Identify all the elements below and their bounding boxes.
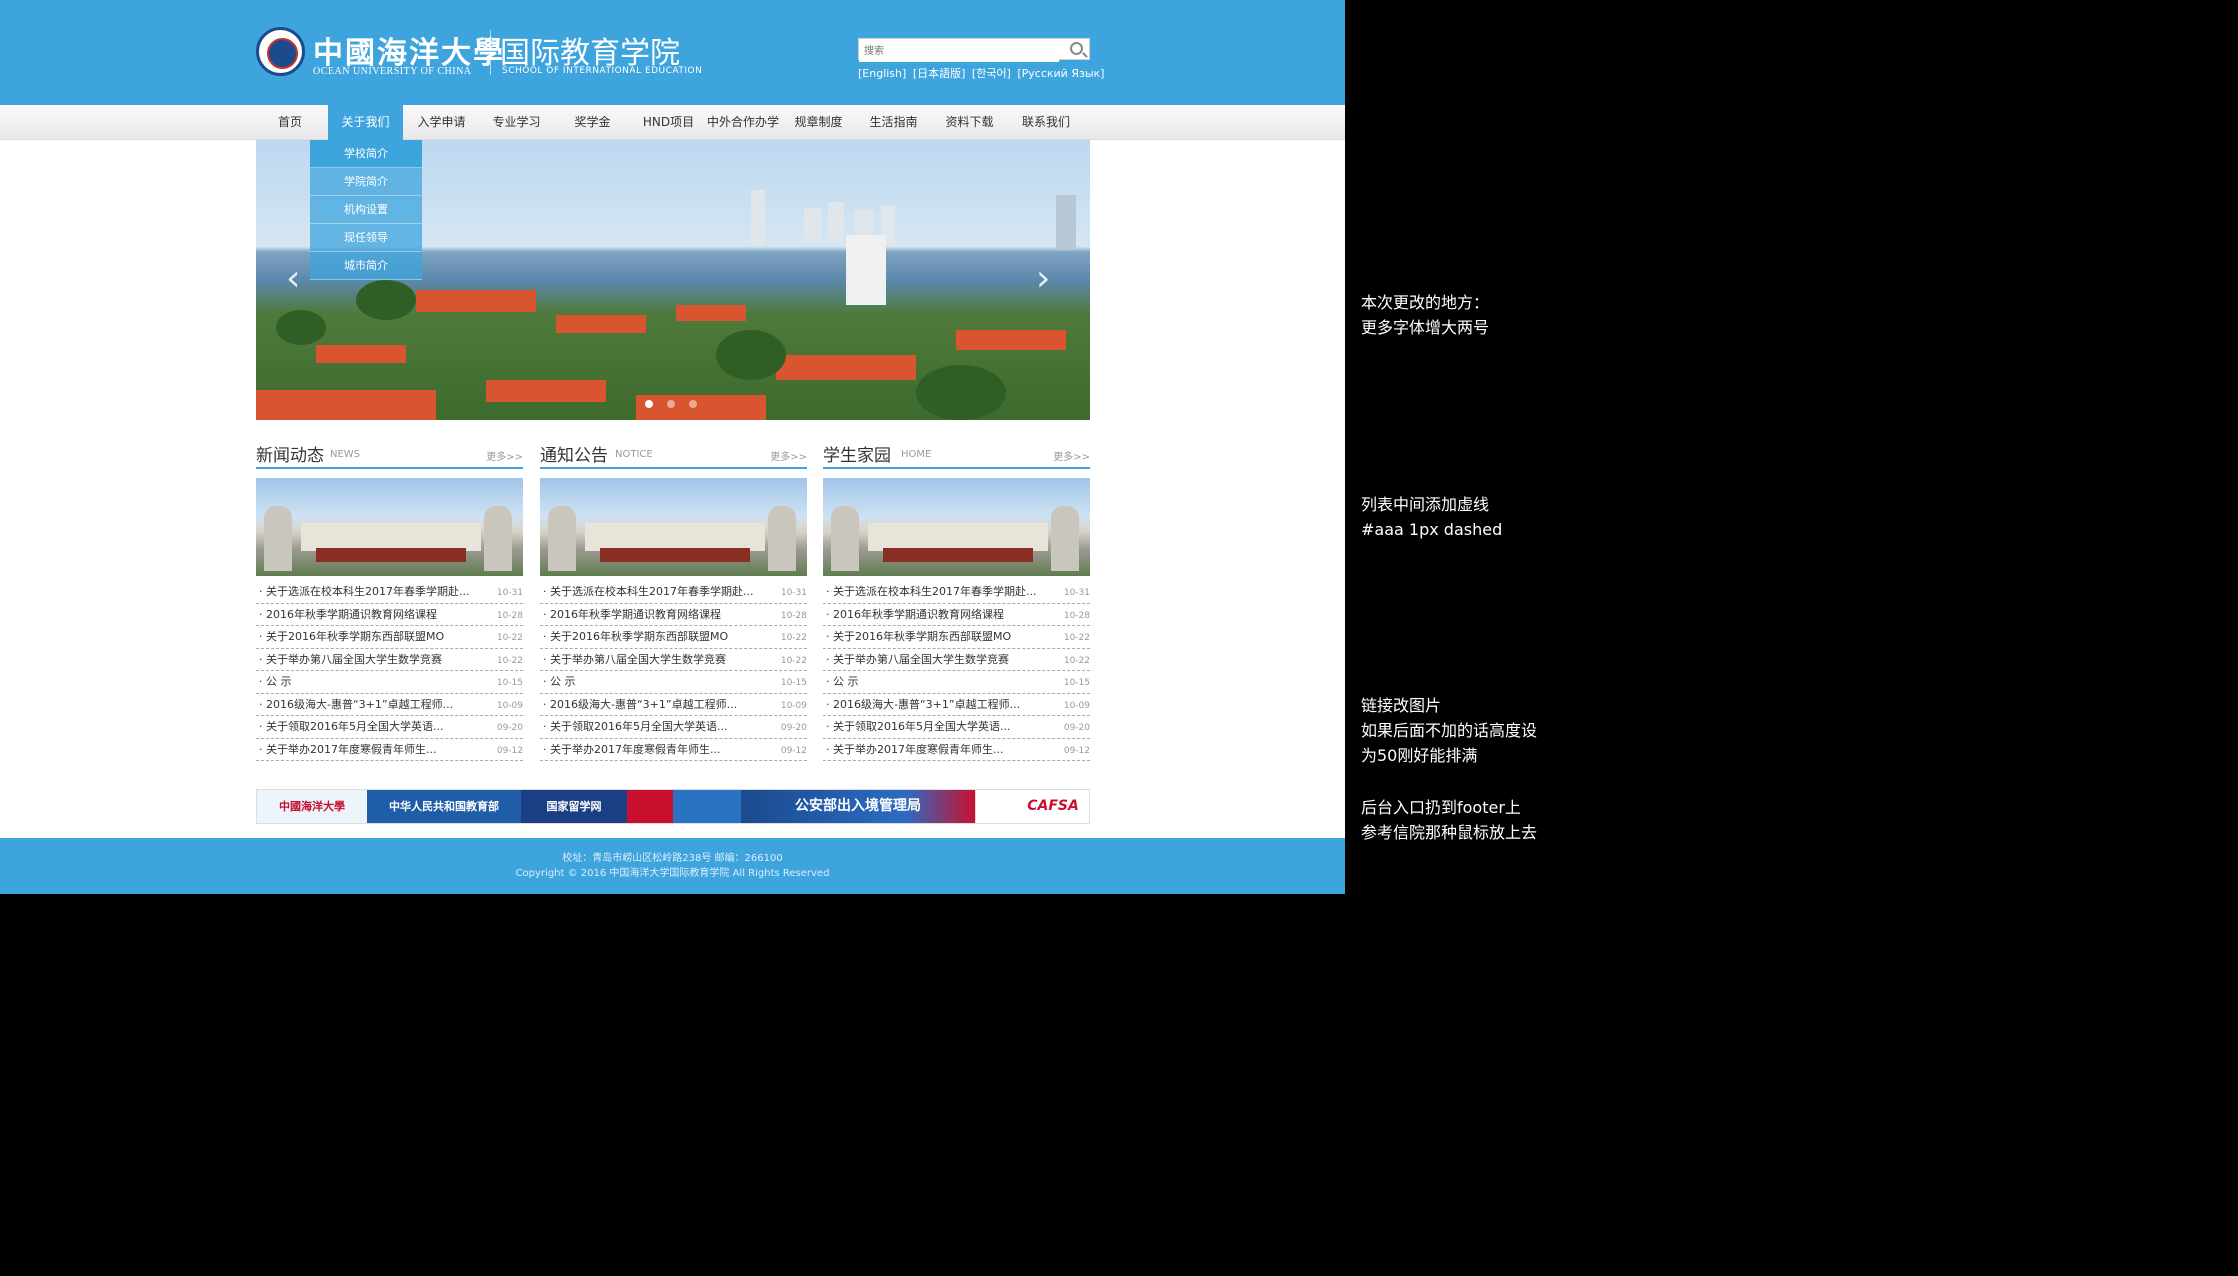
search-box (858, 38, 1090, 62)
list-item[interactable]: 关于举办第八届全国大学生数学竞赛10-22 (823, 649, 1090, 671)
list-item[interactable]: 2016年秋季学期通识教育网络课程10-28 (823, 604, 1090, 626)
dropdown-item-city-intro[interactable]: 城市简介 (310, 252, 422, 280)
list-item[interactable]: 关于领取2016年5月全国大学英语...09-20 (256, 716, 523, 739)
student-home-list: 关于选派在校本科生2017年春季学期赴...10-31 2016年秋季学期通识教… (823, 581, 1090, 761)
note-admin-entry: 后台入口扔到footer上 参考信院那种鼠标放上去 (1361, 798, 1538, 842)
notice-column: 通知公告 NOTICE 更多>> 关于选派在校本科生2017年春季学期赴...1… (540, 437, 807, 761)
list-item[interactable]: 关于选派在校本科生2017年春季学期赴...10-31 (256, 581, 523, 604)
more-link[interactable]: 更多>> (1053, 448, 1090, 463)
language-switcher: [English] [日本語版] [한국어] [Русский Язык] (858, 65, 1107, 81)
banner-dot-2[interactable] (667, 400, 675, 408)
list-item[interactable]: 关于举办2017年度寒假青年师生...09-12 (256, 739, 523, 761)
link-seal-logo[interactable] (627, 790, 673, 823)
list-item[interactable]: 关于举办第八届全国大学生数学竞赛10-22 (540, 649, 807, 671)
search-input[interactable] (859, 41, 1059, 62)
list-item[interactable]: 关于举办第八届全国大学生数学竞赛10-22 (256, 649, 523, 671)
nav-item-downloads[interactable]: 资料下载 (933, 105, 1006, 140)
list-item[interactable]: 公 示10-15 (256, 671, 523, 694)
footer-copyright: Copyright © 2016 中国海洋大学国际教育学院 All Rights… (515, 868, 830, 879)
link-cafsa-logo[interactable]: CAFSA (1017, 790, 1089, 823)
nav-item-hnd[interactable]: HND项目 (632, 105, 705, 140)
campus-gate-image[interactable] (540, 478, 807, 576)
list-item[interactable]: 关于领取2016年5月全国大学英语...09-20 (540, 716, 807, 739)
nav-item-scholarship[interactable]: 奖学金 (556, 105, 629, 140)
banner-dot-1[interactable] (645, 400, 653, 408)
column-subtitle: NEWS (330, 449, 361, 460)
dropdown-item-college-intro[interactable]: 学院简介 (310, 168, 422, 196)
note-dashed-line: 列表中间添加虚线 #aaa 1px dashed (1361, 495, 1503, 539)
list-item[interactable]: 2016级海大-惠普“3+1”卓越工程师...10-09 (823, 694, 1090, 716)
main-nav: 首页 关于我们 入学申请 专业学习 奖学金 HND项目 中外合作办学 规章制度 … (0, 105, 1345, 140)
column-title: 通知公告 (540, 446, 608, 466)
column-header: 通知公告 NOTICE 更多>> (540, 437, 807, 469)
list-item[interactable]: 公 示10-15 (540, 671, 807, 694)
dropdown-item-leadership[interactable]: 现任领导 (310, 224, 422, 252)
list-item[interactable]: 2016级海大-惠普“3+1”卓越工程师...10-09 (540, 694, 807, 716)
list-item[interactable]: 关于选派在校本科生2017年春季学期赴...10-31 (540, 581, 807, 604)
list-item[interactable]: 关于选派在校本科生2017年春季学期赴...10-31 (823, 581, 1090, 604)
header: 中國海洋大學 OCEAN UNIVERSITY OF CHINA 国际教育学院 … (0, 0, 1345, 105)
school-name-en: SCHOOL OF INTERNATIONAL EDUCATION (502, 66, 703, 76)
more-link[interactable]: 更多>> (486, 448, 523, 463)
column-title: 学生家园 (823, 446, 891, 466)
list-item[interactable]: 关于2016年秋季学期东西部联盟MO10-22 (823, 626, 1090, 649)
page: 中國海洋大學 OCEAN UNIVERSITY OF CHINA 国际教育学院 … (0, 0, 1345, 894)
nav-item-admission[interactable]: 入学申请 (405, 105, 478, 140)
nav-item-regulations[interactable]: 规章制度 (782, 105, 855, 140)
dropdown-item-school-intro[interactable]: 学校简介 (310, 140, 422, 168)
lang-english-link[interactable]: [English] (858, 67, 906, 80)
banner-next-arrow[interactable]: › (1036, 258, 1050, 299)
link-hanban-logo[interactable] (673, 790, 741, 823)
lang-japanese-link[interactable]: [日本語版] (913, 67, 966, 80)
list-item[interactable]: 关于举办2017年度寒假青年师生...09-12 (823, 739, 1090, 761)
list-item[interactable]: 2016年秋季学期通识教育网络课程10-28 (540, 604, 807, 626)
footer-address: 校址：青岛市崂山区松岭路238号 邮编：266100 (562, 853, 783, 864)
link-mps-logo[interactable]: 公安部出入境管理局 (741, 790, 975, 823)
list-item[interactable]: 2016级海大-惠普“3+1”卓越工程师...10-09 (256, 694, 523, 716)
about-dropdown-menu: 学校简介 学院简介 机构设置 现任领导 城市简介 (310, 140, 422, 280)
lang-russian-link[interactable]: [Русский Язык] (1017, 67, 1104, 80)
banner-pagination (645, 393, 711, 412)
link-ceaie-logo[interactable] (975, 790, 1017, 823)
student-home-column: 学生家园 HOME 更多>> 关于选派在校本科生2017年春季学期赴...10-… (823, 437, 1090, 761)
nav-item-life-guide[interactable]: 生活指南 (857, 105, 930, 140)
nav-item-about[interactable]: 关于我们 (328, 105, 403, 140)
column-title: 新闻动态 (256, 446, 324, 466)
nav-item-home[interactable]: 首页 (256, 105, 324, 140)
search-icon[interactable] (1070, 42, 1083, 55)
column-subtitle: NOTICE (615, 449, 653, 460)
dropdown-item-organization[interactable]: 机构设置 (310, 196, 422, 224)
column-header: 学生家园 HOME 更多>> (823, 437, 1090, 469)
nav-item-study[interactable]: 专业学习 (480, 105, 553, 140)
list-item[interactable]: 关于2016年秋季学期东西部联盟MO10-22 (256, 626, 523, 649)
link-csc-logo[interactable]: 国家留学网 (521, 790, 627, 823)
note-font-change: 本次更改的地方： 更多字体增大两号 (1361, 293, 1490, 337)
link-moe-logo[interactable]: 中华人民共和国教育部 (367, 790, 521, 823)
list-item[interactable]: 关于举办2017年度寒假青年师生...09-12 (540, 739, 807, 761)
banner-dot-3[interactable] (689, 400, 697, 408)
list-item[interactable]: 2016年秋季学期通识教育网络课程10-28 (256, 604, 523, 626)
university-seal-logo[interactable] (256, 27, 305, 76)
logo-university-name-en: OCEAN UNIVERSITY OF CHINA (313, 66, 472, 77)
link-ouc-logo[interactable]: 中國海洋大學 (257, 790, 367, 823)
news-list: 关于选派在校本科生2017年春季学期赴...10-31 2016年秋季学期通识教… (256, 581, 523, 761)
nav-item-cooperation[interactable]: 中外合作办学 (704, 105, 782, 140)
column-subtitle: HOME (901, 449, 932, 460)
list-item[interactable]: 关于2016年秋季学期东西部联盟MO10-22 (540, 626, 807, 649)
friend-links-bar: 中國海洋大學 中华人民共和国教育部 国家留学网 公安部出入境管理局 CAFSA (256, 789, 1090, 824)
nav-item-contact[interactable]: 联系我们 (1008, 105, 1084, 140)
news-column: 新闻动态 NEWS 更多>> 关于选派在校本科生2017年春季学期赴...10-… (256, 437, 523, 761)
more-link[interactable]: 更多>> (770, 448, 807, 463)
campus-gate-image[interactable] (823, 478, 1090, 576)
note-links-image: 链接改图片 如果后面不加的话高度设 为50刚好能排满 (1361, 696, 1538, 765)
campus-gate-image[interactable] (256, 478, 523, 576)
logo-divider (490, 30, 491, 75)
footer: 校址：青岛市崂山区松岭路238号 邮编：266100 Copyright © 2… (0, 838, 1345, 894)
notice-list: 关于选派在校本科生2017年春季学期赴...10-31 2016年秋季学期通识教… (540, 581, 807, 761)
column-header: 新闻动态 NEWS 更多>> (256, 437, 523, 469)
list-item[interactable]: 公 示10-15 (823, 671, 1090, 694)
lang-korean-link[interactable]: [한국어] (972, 67, 1011, 80)
banner-prev-arrow[interactable]: ‹ (286, 258, 300, 299)
list-item[interactable]: 关于领取2016年5月全国大学英语...09-20 (823, 716, 1090, 739)
